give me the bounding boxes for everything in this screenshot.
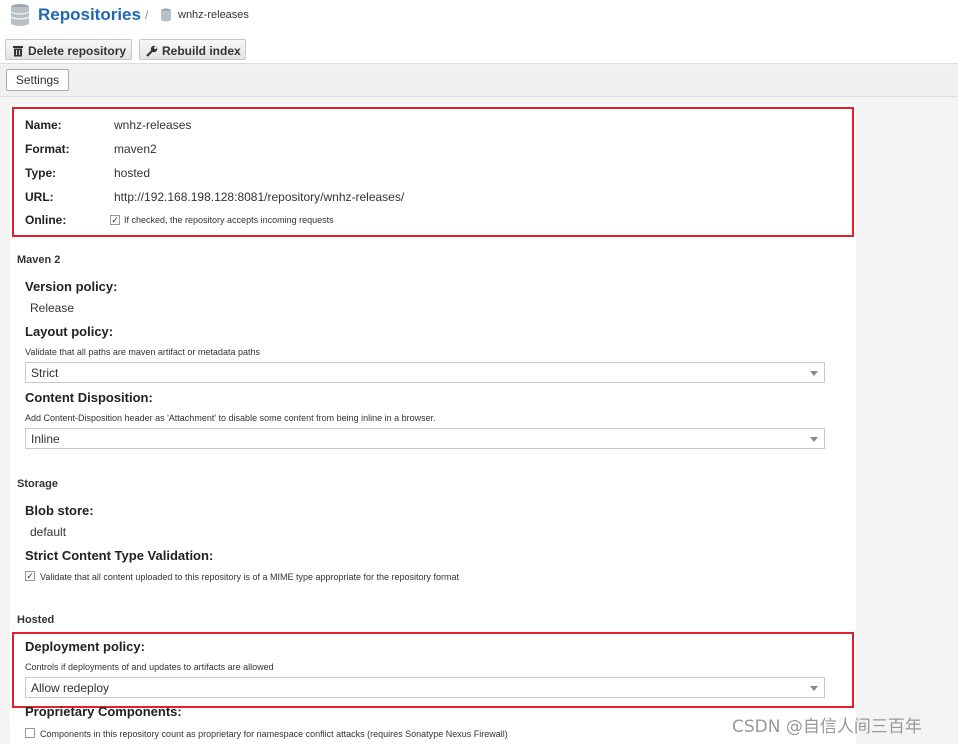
- layout-policy-selected-value: Strict: [31, 366, 59, 380]
- breadcrumb-separator: /: [145, 8, 149, 22]
- watermark-text: CSDN @自信人间三百年: [732, 717, 922, 737]
- header-bar: Repositories / wnhz-releases: [0, 0, 958, 34]
- delete-repository-label: Delete repository: [28, 43, 127, 58]
- wrench-icon: [146, 45, 158, 57]
- content-disposition-help: Add Content-Disposition header as 'Attac…: [25, 413, 436, 423]
- name-value: wnhz-releases: [114, 118, 192, 132]
- online-help-text: If checked, the repository accepts incom…: [124, 215, 334, 225]
- version-policy-value: Release: [30, 301, 75, 315]
- blob-store-label: Blob store:: [25, 503, 94, 518]
- page-title[interactable]: Repositories: [38, 5, 141, 25]
- format-label: Format:: [25, 142, 70, 156]
- proprietary-components-help: Components in this repository count as p…: [40, 729, 508, 739]
- content-disposition-label: Content Disposition:: [25, 390, 153, 405]
- section-title-storage: Storage: [17, 478, 58, 490]
- section-title-maven2: Maven 2: [17, 254, 61, 266]
- tab-settings[interactable]: Settings: [6, 69, 69, 91]
- strict-content-validation-checkbox[interactable]: ✓: [25, 571, 35, 581]
- type-label: Type:: [25, 166, 57, 180]
- toolbar: Delete repository Rebuild index: [0, 34, 958, 64]
- rebuild-index-label: Rebuild index: [162, 43, 241, 58]
- name-label: Name:: [25, 118, 62, 132]
- layout-policy-help: Validate that all paths are maven artifa…: [25, 347, 260, 357]
- deployment-policy-help: Controls if deployments of and updates t…: [25, 662, 274, 672]
- rebuild-index-button[interactable]: Rebuild index: [139, 39, 246, 60]
- chevron-down-icon[interactable]: [810, 437, 818, 442]
- layout-policy-select[interactable]: Strict: [25, 362, 825, 383]
- trash-icon: [13, 45, 23, 56]
- proprietary-components-checkbox[interactable]: [25, 728, 35, 738]
- content-disposition-select[interactable]: Inline: [25, 428, 825, 449]
- online-checkbox[interactable]: ✓: [110, 215, 120, 225]
- database-icon: [10, 4, 30, 26]
- proprietary-components-label: Proprietary Components:: [25, 704, 182, 719]
- tab-bar: Settings: [0, 65, 958, 97]
- content-disposition-selected-value: Inline: [31, 432, 60, 446]
- delete-repository-button[interactable]: Delete repository: [5, 39, 132, 60]
- deployment-policy-selected-value: Allow redeploy: [31, 681, 110, 695]
- type-value: hosted: [114, 166, 151, 180]
- section-title-hosted: Hosted: [17, 614, 55, 626]
- strict-content-validation-help: Validate that all content uploaded to th…: [40, 572, 460, 582]
- format-value: maven2: [114, 142, 157, 156]
- chevron-down-icon[interactable]: [810, 686, 818, 691]
- blob-store-value: default: [30, 525, 67, 539]
- url-value[interactable]: http://192.168.198.128:8081/repository/w…: [114, 190, 404, 204]
- strict-content-validation-label: Strict Content Type Validation:: [25, 548, 214, 563]
- url-label: URL:: [25, 190, 54, 204]
- breadcrumb-current: wnhz-releases: [178, 9, 249, 21]
- chevron-down-icon[interactable]: [810, 371, 818, 376]
- layout-policy-label: Layout policy:: [25, 324, 114, 339]
- deployment-policy-label: Deployment policy:: [25, 639, 145, 654]
- deployment-policy-select[interactable]: Allow redeploy: [25, 677, 825, 698]
- online-label: Online:: [25, 213, 67, 227]
- database-icon: [161, 8, 171, 22]
- version-policy-label: Version policy:: [25, 279, 118, 294]
